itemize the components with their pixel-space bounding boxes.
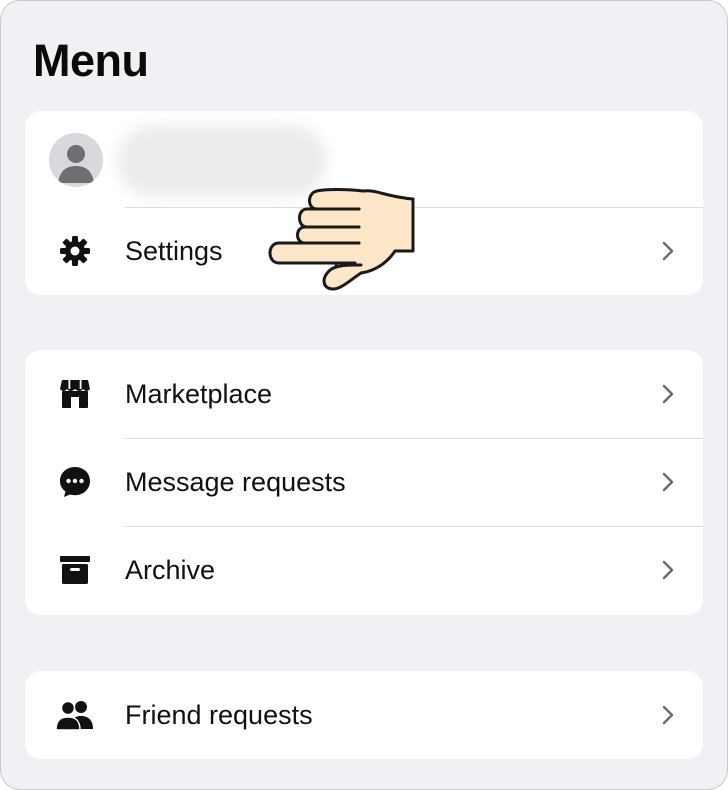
friends-icon: [55, 700, 93, 731]
menu-item-label: Message requests: [125, 467, 346, 497]
menu-item-marketplace[interactable]: Marketplace: [25, 350, 703, 438]
gear-icon: [60, 236, 90, 266]
chevron-right-icon: [662, 472, 674, 492]
friend-requests-card: Friend requests: [25, 671, 703, 759]
profile-settings-card: Settings: [25, 111, 703, 295]
chevron-right-icon: [662, 384, 674, 404]
chat-bubble-icon: [60, 467, 90, 497]
menu-item-settings[interactable]: Settings: [25, 207, 703, 295]
menu-item-label: Marketplace: [125, 379, 273, 409]
profile-name-redacted: [117, 125, 327, 197]
profile-row[interactable]: [25, 111, 703, 207]
menu-item-message-requests[interactable]: Message requests: [25, 438, 703, 526]
menu-item-label: Archive: [125, 555, 216, 585]
chevron-right-icon: [662, 241, 674, 261]
menu-item-label: Friend requests: [125, 700, 313, 730]
storefront-icon: [60, 380, 90, 408]
person-silhouette-icon: [58, 145, 94, 183]
shortcuts-card: Marketplace Message requests Archive: [25, 350, 703, 615]
menu-screen: Menu Settings Marketplace Message reques…: [0, 0, 728, 790]
avatar[interactable]: [49, 133, 103, 187]
chevron-right-icon: [662, 705, 674, 725]
menu-item-archive[interactable]: Archive: [25, 526, 703, 614]
page-title: Menu: [33, 35, 149, 86]
chevron-right-icon: [662, 560, 674, 580]
menu-item-friend-requests[interactable]: Friend requests: [25, 671, 703, 759]
menu-item-label: Settings: [125, 236, 223, 266]
archive-box-icon: [60, 556, 90, 584]
